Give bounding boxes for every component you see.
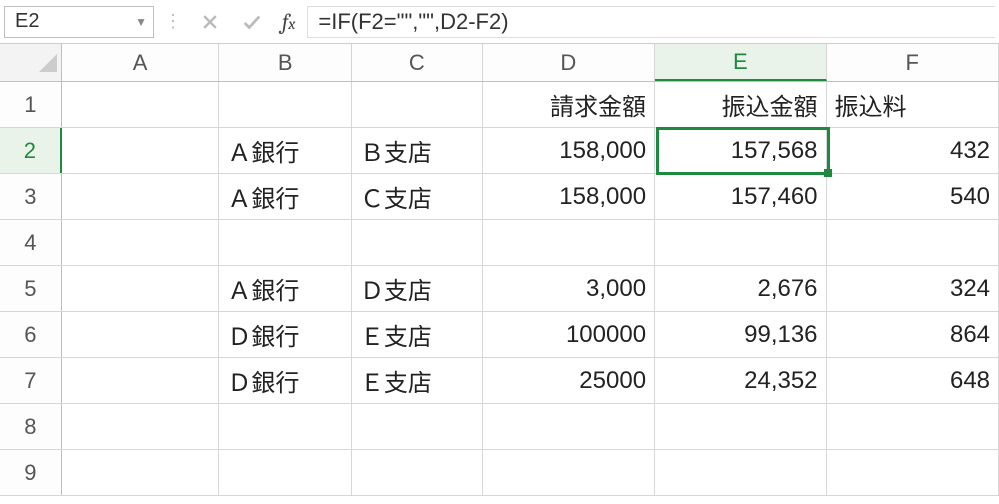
cell-a6[interactable] — [62, 312, 220, 357]
row-6: 6 Ｄ銀行 Ｅ支店 100000 99,136 864 — [0, 312, 999, 358]
cell-d7[interactable]: 25000 — [483, 358, 655, 403]
row-header-2[interactable]: 2 — [0, 128, 62, 173]
separator-icon: ⋮ — [160, 11, 186, 32]
cell-c8[interactable] — [352, 404, 483, 449]
col-header-c[interactable]: C — [352, 44, 483, 81]
column-headers: A B C D E F — [0, 44, 999, 82]
cell-f1[interactable]: 振込料 — [827, 82, 999, 127]
cell-c1[interactable] — [352, 82, 483, 127]
col-header-b[interactable]: B — [219, 44, 352, 81]
cell-e6[interactable]: 99,136 — [655, 312, 826, 357]
cell-c6[interactable]: Ｅ支店 — [352, 312, 483, 357]
col-header-e[interactable]: E — [655, 44, 826, 81]
dropdown-icon[interactable]: ▼ — [135, 15, 147, 29]
cell-f5[interactable]: 324 — [827, 266, 999, 311]
cell-d6[interactable]: 100000 — [483, 312, 655, 357]
cell-e4[interactable] — [655, 220, 826, 265]
cell-b2[interactable]: Ａ銀行 — [219, 128, 352, 173]
cell-c3[interactable]: Ｃ支店 — [352, 174, 483, 219]
cell-b3[interactable]: Ａ銀行 — [219, 174, 352, 219]
cell-e8[interactable] — [655, 404, 826, 449]
cell-b7[interactable]: Ｄ銀行 — [219, 358, 352, 403]
fx-icon[interactable]: fx — [276, 9, 301, 35]
spreadsheet: A B C D E F 1 請求金額 振込金額 振込料 2 Ａ銀行 Ｂ支店 15… — [0, 44, 999, 496]
col-header-a[interactable]: A — [62, 44, 220, 81]
select-all-icon — [39, 54, 57, 72]
cell-b9[interactable] — [219, 450, 352, 495]
cell-f8[interactable] — [827, 404, 999, 449]
name-box[interactable]: E2 ▼ — [4, 6, 154, 38]
row-header-7[interactable]: 7 — [0, 358, 62, 403]
cell-b5[interactable]: Ａ銀行 — [219, 266, 352, 311]
row-header-9[interactable]: 9 — [0, 450, 62, 495]
cell-a3[interactable] — [62, 174, 220, 219]
row-1: 1 請求金額 振込金額 振込料 — [0, 82, 999, 128]
cell-d4[interactable] — [483, 220, 655, 265]
cell-d1[interactable]: 請求金額 — [483, 82, 655, 127]
row-header-6[interactable]: 6 — [0, 312, 62, 357]
cell-a2[interactable] — [62, 128, 220, 173]
cell-f2[interactable]: 432 — [827, 128, 999, 173]
cell-e9[interactable] — [655, 450, 826, 495]
cancel-button — [192, 6, 228, 38]
cell-b1[interactable] — [219, 82, 352, 127]
cell-a7[interactable] — [62, 358, 220, 403]
row-8: 8 — [0, 404, 999, 450]
cell-d9[interactable] — [483, 450, 655, 495]
cell-b6[interactable]: Ｄ銀行 — [219, 312, 352, 357]
cell-d3[interactable]: 158,000 — [483, 174, 655, 219]
cell-b4[interactable] — [219, 220, 352, 265]
cell-e2[interactable]: 157,568 — [655, 128, 826, 173]
cell-e5[interactable]: 2,676 — [655, 266, 826, 311]
row-header-5[interactable]: 5 — [0, 266, 62, 311]
cell-d8[interactable] — [483, 404, 655, 449]
cell-d2[interactable]: 158,000 — [483, 128, 655, 173]
check-icon — [241, 11, 263, 33]
row-3: 3 Ａ銀行 Ｃ支店 158,000 157,460 540 — [0, 174, 999, 220]
enter-button — [234, 6, 270, 38]
cell-f7[interactable]: 648 — [827, 358, 999, 403]
row-header-3[interactable]: 3 — [0, 174, 62, 219]
cell-c2[interactable]: Ｂ支店 — [352, 128, 483, 173]
cell-c9[interactable] — [352, 450, 483, 495]
cell-e7[interactable]: 24,352 — [655, 358, 826, 403]
row-header-8[interactable]: 8 — [0, 404, 62, 449]
formula-input[interactable]: =IF(F2="","",D2-F2) — [307, 6, 995, 38]
row-4: 4 — [0, 220, 999, 266]
name-box-value: E2 — [15, 10, 39, 33]
cell-a9[interactable] — [62, 450, 220, 495]
cell-c7[interactable]: Ｅ支店 — [352, 358, 483, 403]
cell-d5[interactable]: 3,000 — [483, 266, 655, 311]
row-2: 2 Ａ銀行 Ｂ支店 158,000 157,568 432 — [0, 128, 999, 174]
cell-b8[interactable] — [219, 404, 352, 449]
cell-a1[interactable] — [62, 82, 220, 127]
row-header-1[interactable]: 1 — [0, 82, 62, 127]
cell-a5[interactable] — [62, 266, 220, 311]
cell-f9[interactable] — [827, 450, 999, 495]
row-header-4[interactable]: 4 — [0, 220, 62, 265]
cell-a4[interactable] — [62, 220, 220, 265]
col-header-f[interactable]: F — [827, 44, 999, 81]
row-7: 7 Ｄ銀行 Ｅ支店 25000 24,352 648 — [0, 358, 999, 404]
cell-e1[interactable]: 振込金額 — [655, 82, 826, 127]
cell-e3[interactable]: 157,460 — [655, 174, 826, 219]
row-5: 5 Ａ銀行 Ｄ支店 3,000 2,676 324 — [0, 266, 999, 312]
cell-a8[interactable] — [62, 404, 220, 449]
formula-bar: E2 ▼ ⋮ fx =IF(F2="","",D2-F2) — [0, 0, 999, 44]
row-9: 9 — [0, 450, 999, 496]
cell-f3[interactable]: 540 — [827, 174, 999, 219]
cell-f4[interactable] — [827, 220, 999, 265]
col-header-d[interactable]: D — [483, 44, 655, 81]
select-all-corner[interactable] — [0, 44, 62, 81]
x-icon — [200, 12, 220, 32]
cell-f6[interactable]: 864 — [827, 312, 999, 357]
cell-c4[interactable] — [352, 220, 483, 265]
cell-c5[interactable]: Ｄ支店 — [352, 266, 483, 311]
